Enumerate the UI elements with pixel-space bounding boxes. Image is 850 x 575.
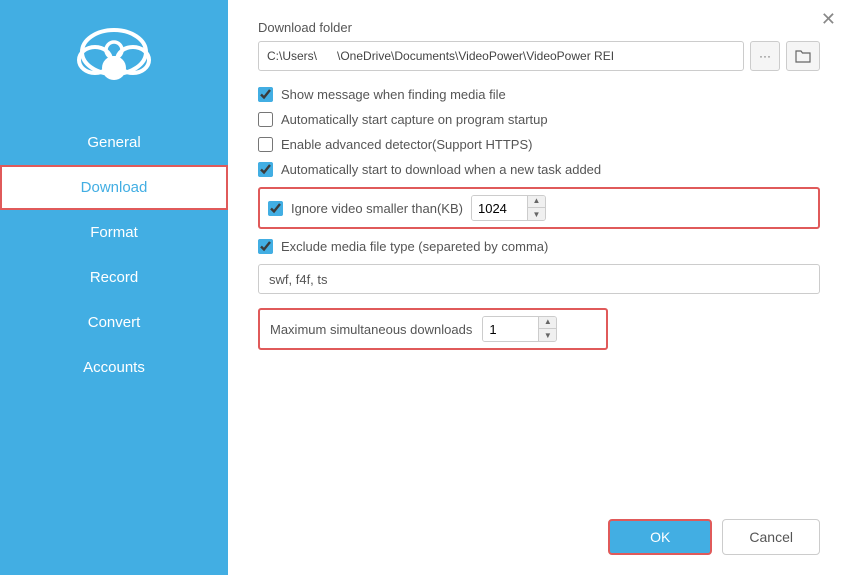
main-content: ✕ Download folder ··· Show message when … [228, 0, 850, 575]
show-message-row: Show message when finding media file [258, 87, 820, 102]
auto-capture-label: Automatically start capture on program s… [281, 112, 548, 127]
max-downloads-spinbox: ▲ ▼ [482, 316, 557, 342]
folder-dots-button[interactable]: ··· [750, 41, 780, 71]
max-downloads-up-button[interactable]: ▲ [538, 316, 556, 329]
auto-download-checkbox[interactable] [258, 162, 273, 177]
cancel-button[interactable]: Cancel [722, 519, 820, 555]
download-folder-label: Download folder [258, 20, 820, 35]
folder-row: ··· [258, 41, 820, 71]
folder-open-button[interactable] [786, 41, 820, 71]
ok-button[interactable]: OK [608, 519, 712, 555]
folder-dots-label: ··· [759, 49, 771, 63]
ignore-video-label: Ignore video smaller than(KB) [291, 201, 463, 216]
ignore-video-down-button[interactable]: ▼ [527, 208, 545, 221]
exclude-type-input[interactable] [258, 264, 820, 294]
settings-dialog: General Download Format Record Convert A… [0, 0, 850, 575]
ignore-video-box: Ignore video smaller than(KB) ▲ ▼ [258, 187, 820, 229]
show-message-label: Show message when finding media file [281, 87, 506, 102]
ignore-video-spinbox: ▲ ▼ [471, 195, 546, 221]
folder-icon [795, 48, 811, 64]
sidebar-item-format[interactable]: Format [0, 210, 228, 255]
sidebar: General Download Format Record Convert A… [0, 0, 228, 575]
exclude-type-row: Exclude media file type (separeted by co… [258, 239, 820, 254]
ignore-video-up-button[interactable]: ▲ [527, 195, 545, 208]
auto-download-label: Automatically start to download when a n… [281, 162, 601, 177]
sidebar-item-accounts[interactable]: Accounts [0, 345, 228, 390]
sidebar-item-general[interactable]: General [0, 120, 228, 165]
auto-capture-checkbox[interactable] [258, 112, 273, 127]
advanced-detector-checkbox[interactable] [258, 137, 273, 152]
folder-path-input[interactable] [258, 41, 744, 71]
exclude-type-label: Exclude media file type (separeted by co… [281, 239, 548, 254]
show-message-checkbox[interactable] [258, 87, 273, 102]
ignore-video-checkbox[interactable] [268, 201, 283, 216]
sidebar-item-record[interactable]: Record [0, 255, 228, 300]
exclude-type-checkbox[interactable] [258, 239, 273, 254]
max-downloads-input[interactable] [483, 317, 538, 341]
sidebar-item-convert[interactable]: Convert [0, 300, 228, 345]
advanced-detector-label: Enable advanced detector(Support HTTPS) [281, 137, 532, 152]
logo-area [69, 20, 159, 90]
close-button[interactable]: ✕ [821, 10, 836, 28]
max-downloads-down-button[interactable]: ▼ [538, 329, 556, 342]
advanced-detector-row: Enable advanced detector(Support HTTPS) [258, 137, 820, 152]
sidebar-item-download[interactable]: Download [0, 165, 228, 210]
ignore-video-input[interactable] [472, 196, 527, 220]
auto-capture-row: Automatically start capture on program s… [258, 112, 820, 127]
max-downloads-label: Maximum simultaneous downloads [270, 322, 472, 337]
auto-download-row: Automatically start to download when a n… [258, 162, 820, 177]
app-logo [69, 20, 159, 90]
footer-buttons: OK Cancel [258, 509, 820, 555]
max-downloads-box: Maximum simultaneous downloads ▲ ▼ [258, 308, 608, 350]
